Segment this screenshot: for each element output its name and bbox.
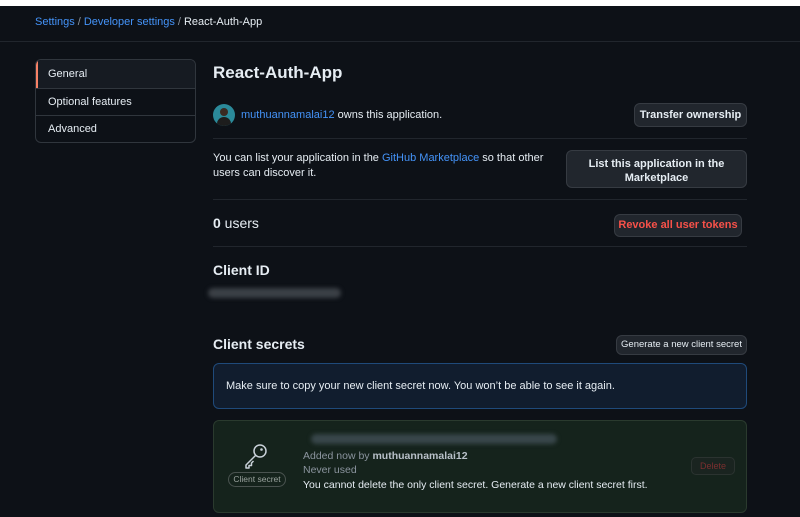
breadcrumb-current: React-Auth-App (183, 16, 263, 28)
secret-added-prefix: Added now by (303, 450, 373, 462)
client-secret-value-redacted (311, 434, 557, 444)
client-secret-badge: Client secret (228, 472, 286, 487)
page-title: React-Auth-App (213, 63, 343, 82)
breadcrumb-separator: / (77, 16, 81, 28)
top-strip (0, 0, 800, 6)
section-divider (213, 246, 747, 247)
copy-secret-notice: Make sure to copy your new client secret… (213, 363, 747, 409)
secret-usage: Never used (303, 464, 357, 476)
sidebar-item-general[interactable]: General (36, 60, 195, 88)
breadcrumb-separator: / (177, 16, 181, 28)
sidebar-item-advanced[interactable]: Advanced (36, 115, 195, 142)
client-id-value-redacted (208, 288, 341, 298)
breadcrumb-settings[interactable]: Settings (35, 16, 75, 28)
marketplace-link[interactable]: GitHub Marketplace (382, 152, 479, 164)
client-secret-card: Client secret Added now by muthuannamala… (213, 420, 747, 513)
breadcrumb: Settings / Developer settings / React-Auth-A… (35, 16, 262, 28)
avatar-body (217, 117, 231, 126)
avatar-head (220, 108, 228, 116)
generate-secret-button[interactable]: Generate a new client secret (616, 335, 747, 355)
owner-suffix: owns this application. (334, 109, 443, 121)
avatar[interactable] (213, 104, 235, 126)
list-marketplace-button[interactable]: List this application in the Marketplace (566, 150, 747, 188)
key-icon (245, 444, 267, 469)
delete-secret-button[interactable]: Delete (691, 457, 735, 475)
transfer-ownership-button[interactable]: Transfer ownership (634, 103, 747, 127)
owner-link[interactable]: muthuannamalai12 (241, 109, 335, 121)
sidebar-item-label: General (48, 68, 88, 80)
sidebar-item-label: Optional features (48, 96, 132, 108)
secret-added-by: Added now by muthuannamalai12 (303, 450, 468, 462)
owner-text: muthuannamalai12 owns this application. (241, 109, 442, 121)
list-marketplace-label-1: List this application in the (588, 158, 725, 170)
section-divider (213, 199, 747, 200)
users-count-label: users (220, 215, 259, 231)
revoke-tokens-button[interactable]: Revoke all user tokens (614, 214, 742, 237)
breadcrumb-developer-settings[interactable]: Developer settings (84, 16, 175, 28)
sidebar-item-label: Advanced (48, 123, 97, 135)
secret-delete-warning: You cannot delete the only client secret… (303, 479, 648, 491)
client-id-heading: Client ID (213, 262, 270, 278)
client-secrets-heading: Client secrets (213, 336, 305, 352)
users-count: 0 users (213, 215, 259, 231)
users-count-value: 0 (213, 215, 221, 231)
section-divider (213, 138, 747, 139)
secret-added-user: muthuannamalai12 (372, 450, 468, 462)
sidebar-item-optional-features[interactable]: Optional features (36, 88, 195, 115)
list-marketplace-label-2: Marketplace (624, 172, 689, 184)
marketplace-text: You can list your application in the Git… (213, 151, 568, 181)
header-divider (0, 41, 800, 42)
sidebar: General Optional features Advanced (35, 59, 196, 143)
marketplace-text-before: You can list your application in the (213, 152, 382, 164)
